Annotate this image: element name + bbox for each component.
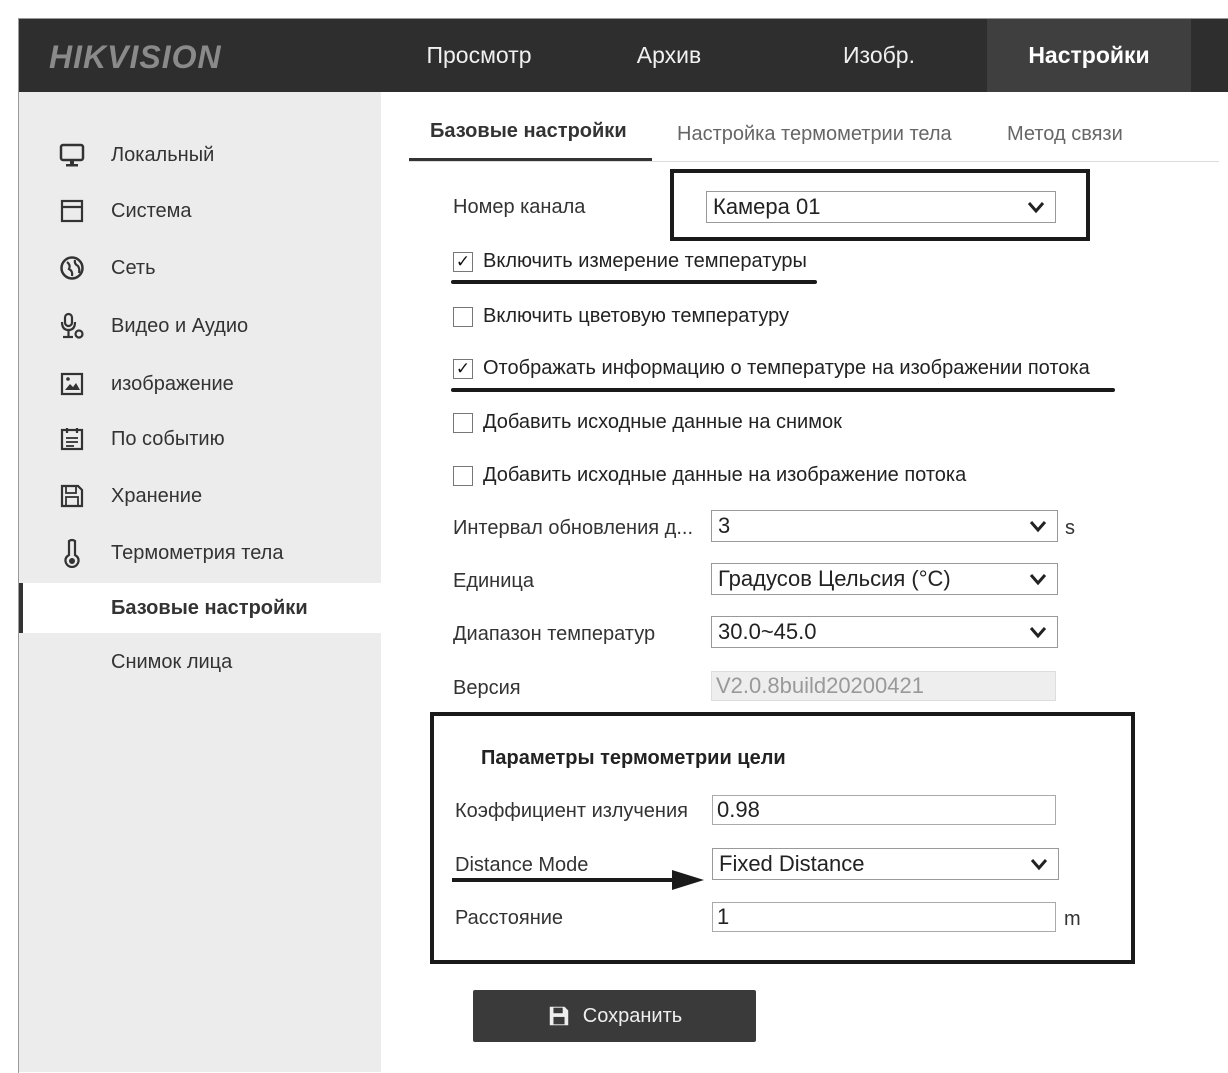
sidebar-item-label: Локальный — [111, 143, 215, 166]
sidebar-item-network[interactable]: Сеть — [19, 244, 381, 292]
calendar-icon — [57, 424, 87, 454]
tab-body-thermometry[interactable]: Настройка термометрии тела — [677, 123, 952, 163]
checkbox-color-temperature[interactable]: Включить цветовую температуру — [453, 305, 789, 328]
save-button[interactable]: Сохранить — [473, 990, 756, 1042]
sidebar-subitem-face-snapshot[interactable]: Снимок лица — [19, 637, 381, 687]
sidebar-item-body-thermometry[interactable]: Термометрия тела — [19, 529, 381, 577]
chevron-down-icon — [1030, 859, 1048, 871]
settings-sidebar: Локальный Система Сеть Видео и Аудио изо… — [19, 92, 381, 1072]
temperature-range-label: Диапазон температур — [453, 623, 656, 645]
distance-mode-select[interactable]: Fixed Distance — [712, 848, 1059, 880]
sidebar-item-label: Система — [111, 199, 192, 222]
checkbox-box[interactable] — [453, 412, 473, 433]
tab-basic-settings[interactable]: Базовые настройки — [430, 120, 627, 160]
nav-image[interactable]: Изобр. — [779, 19, 979, 92]
sidebar-item-label: Хранение — [111, 484, 203, 507]
chevron-down-icon — [1029, 574, 1047, 586]
thermometer-icon — [57, 538, 87, 568]
version-label: Версия — [453, 677, 521, 699]
checkbox-label: Включить измерение температуры — [483, 250, 807, 272]
sidebar-item-label: изображение — [111, 372, 234, 395]
unit-label: Единица — [453, 570, 534, 592]
microphone-icon — [57, 311, 87, 341]
checkbox-box[interactable] — [453, 465, 473, 486]
sidebar-item-label: Видео и Аудио — [111, 314, 249, 337]
hikvision-logo: HIKVISION — [49, 39, 222, 75]
checkbox-label: Добавить исходные данные на изображение … — [483, 464, 967, 486]
sidebar-subitem-basic-settings[interactable]: Базовые настройки — [19, 583, 381, 633]
tab-divider — [409, 161, 1219, 162]
interval-select[interactable]: 3 — [711, 510, 1058, 542]
checkbox-show-temperature-on-stream[interactable]: ✓ Отображать информацию о температуре на… — [453, 357, 1090, 380]
target-section-title: Параметры термометрии цели — [481, 747, 786, 769]
checkbox-raw-data-snapshot[interactable]: Добавить исходные данные на снимок — [453, 411, 842, 434]
sidebar-item-label: Термометрия тела — [111, 541, 284, 564]
checkbox-box[interactable]: ✓ — [453, 251, 473, 272]
save-button-label: Сохранить — [582, 1004, 683, 1027]
interval-value: 3 — [718, 513, 731, 538]
distance-label: Расстояние — [455, 907, 564, 929]
checkbox-box[interactable] — [453, 306, 473, 327]
tab-linkage-method[interactable]: Метод связи — [1007, 123, 1123, 163]
floppy-icon — [549, 1006, 569, 1026]
temperature-range-select[interactable]: 30.0~45.0 — [711, 616, 1058, 648]
top-navigation-bar: HIKVISION Просмотр Архив Изобр. Настройк… — [19, 19, 1228, 92]
interval-label: Интервал обновления д... — [453, 517, 693, 539]
distance-mode-value: Fixed Distance — [719, 851, 865, 876]
sidebar-item-local[interactable]: Локальный — [19, 131, 381, 179]
floppy-icon — [57, 481, 87, 511]
distance-unit: m — [1064, 908, 1081, 930]
highlight-channel — [670, 169, 1090, 241]
monitor-icon — [57, 140, 87, 170]
sidebar-item-system[interactable]: Система — [19, 187, 381, 235]
window-icon — [57, 196, 87, 226]
emissivity-input[interactable]: 0.98 — [712, 795, 1056, 825]
checkbox-label: Отображать информацию о температуре на и… — [483, 357, 1090, 379]
sidebar-item-storage[interactable]: Хранение — [19, 472, 381, 520]
arrow-right-icon — [452, 870, 704, 890]
nav-archive[interactable]: Архив — [579, 19, 759, 92]
sidebar-item-image[interactable]: изображение — [19, 360, 381, 408]
channel-label: Номер канала — [453, 196, 586, 218]
unit-select[interactable]: Градусов Цельсия (°C) — [711, 563, 1058, 595]
sidebar-item-video-audio[interactable]: Видео и Аудио — [19, 302, 381, 350]
temperature-range-value: 30.0~45.0 — [718, 619, 817, 644]
active-tab-indicator — [409, 158, 652, 161]
version-field: V2.0.8build20200421 — [711, 671, 1056, 701]
checkbox-box[interactable]: ✓ — [453, 358, 473, 379]
nav-view[interactable]: Просмотр — [379, 19, 579, 92]
checkbox-raw-data-stream[interactable]: Добавить исходные данные на изображение … — [453, 464, 966, 487]
interval-unit: s — [1065, 517, 1075, 539]
chevron-down-icon — [1029, 627, 1047, 639]
underline-marker — [451, 388, 1115, 392]
sidebar-item-label: Сеть — [111, 256, 156, 279]
emissivity-label: Коэффициент излучения — [455, 800, 688, 822]
image-icon — [57, 369, 87, 399]
checkbox-label: Добавить исходные данные на снимок — [483, 411, 842, 433]
distance-input[interactable]: 1 — [712, 902, 1056, 932]
checkbox-enable-temperature[interactable]: ✓ Включить измерение температуры — [453, 250, 807, 273]
sidebar-item-label: По событию — [111, 427, 225, 450]
underline-marker — [451, 280, 817, 284]
checkbox-label: Включить цветовую температуру — [483, 305, 790, 327]
sidebar-item-event[interactable]: По событию — [19, 415, 381, 463]
globe-icon — [57, 253, 87, 283]
chevron-down-icon — [1029, 521, 1047, 533]
nav-settings[interactable]: Настройки — [987, 19, 1191, 92]
unit-value: Градусов Цельсия (°C) — [718, 566, 951, 591]
